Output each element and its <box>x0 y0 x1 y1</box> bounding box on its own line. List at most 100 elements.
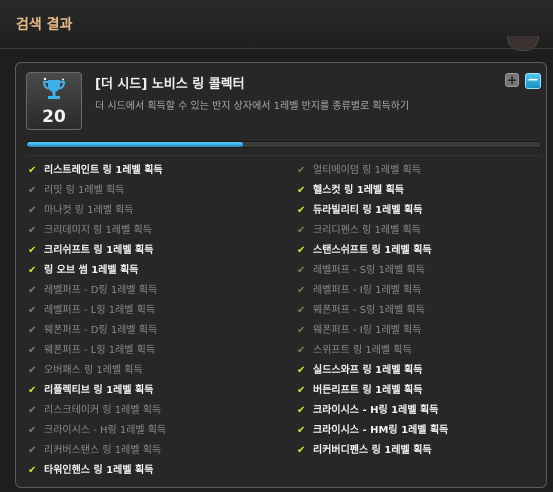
condition-item: ✔ 얼티메이덤 링 1레벨 획득 <box>297 163 448 183</box>
condition-item: ✔ 크라이시스 - HM링 1레벨 획득 <box>297 423 448 443</box>
check-complete-icon: ✔ <box>297 405 306 416</box>
condition-label: 리밋 링 1레벨 획득 <box>44 185 125 196</box>
expand-button[interactable]: + <box>505 73 519 87</box>
condition-label: 리플렉티브 링 1레벨 획득 <box>44 385 154 396</box>
condition-label: 듀라빌리티 링 1레벨 획득 <box>313 205 423 216</box>
check-complete-icon: ✔ <box>28 265 37 276</box>
condition-label: 리커버스탠스 링 1레벨 획득 <box>44 445 162 456</box>
condition-label: 레벨퍼프 - I링 1레벨 획득 <box>313 285 422 296</box>
check-complete-icon: ✔ <box>297 245 306 256</box>
condition-item: ✔ 헬스컷 링 1레벨 획득 <box>297 183 448 203</box>
condition-item: ✔ 크리디펜스 링 1레벨 획득 <box>297 223 448 243</box>
search-results-header: 검색 결과 <box>0 0 553 51</box>
condition-item: ✔ 리커버스탠스 링 1레벨 획득 <box>28 443 166 463</box>
trophy-icon <box>42 77 66 99</box>
check-incomplete-icon: ✔ <box>297 285 306 296</box>
condition-label: 헬스컷 링 1레벨 획득 <box>313 185 405 196</box>
check-complete-icon: ✔ <box>28 385 37 396</box>
condition-item: ✔ 크라이시스 - H링 1레벨 획득 <box>28 423 166 443</box>
check-incomplete-icon: ✔ <box>28 225 37 236</box>
header-title: 검색 결과 <box>16 17 73 33</box>
collapse-button[interactable]: − <box>525 73 541 89</box>
condition-item: ✔ 리밋 링 1레벨 획득 <box>28 183 166 203</box>
divider <box>26 155 542 156</box>
check-complete-icon: ✔ <box>297 445 306 456</box>
check-incomplete-icon: ✔ <box>28 445 37 456</box>
plus-icon: + <box>506 73 518 87</box>
condition-list-right: ✔ 얼티메이덤 링 1레벨 획득 ✔ 헬스컷 링 1레벨 획득 ✔ 듀라빌리티 링 1레벨… <box>297 163 448 463</box>
check-complete-icon: ✔ <box>297 385 306 396</box>
condition-item: ✔ 크라이시스 - H링 1레벨 획득 <box>297 403 448 423</box>
condition-item: ✔ 레벨퍼프 - D링 1레벨 획득 <box>28 283 166 303</box>
achievement-description: 더 시드에서 획득할 수 있는 반지 상자에서 1레벨 반지를 종류별로 획득하… <box>95 101 410 112</box>
check-incomplete-icon: ✔ <box>28 305 37 316</box>
check-incomplete-icon: ✔ <box>297 325 306 336</box>
condition-label: 스위프트 링 1레벨 획득 <box>313 345 412 356</box>
achievement-level: 20 <box>42 107 66 127</box>
check-incomplete-icon: ✔ <box>297 265 306 276</box>
condition-item: ✔ 레벨퍼프 - L링 1레벨 획득 <box>28 303 166 323</box>
check-incomplete-icon: ✔ <box>297 305 306 316</box>
minus-icon: − <box>527 72 539 88</box>
condition-item: ✔ 리플렉티브 링 1레벨 획득 <box>28 383 166 403</box>
condition-label: 리커버디펜스 링 1레벨 획득 <box>313 445 432 456</box>
condition-item: ✔ 레벨퍼프 - I링 1레벨 획득 <box>297 283 448 303</box>
check-incomplete-icon: ✔ <box>28 185 37 196</box>
condition-item: ✔ 리커버디펜스 링 1레벨 획득 <box>297 443 448 463</box>
check-incomplete-icon: ✔ <box>28 205 37 216</box>
condition-label: 스탠스쉬프트 링 1레벨 획득 <box>313 245 432 256</box>
condition-label: 크리쉬프트 링 1레벨 획득 <box>44 245 154 256</box>
condition-item: ✔ 레벨퍼프 - S링 1레벨 획득 <box>297 263 448 283</box>
condition-label: 레벨퍼프 - D링 1레벨 획득 <box>44 285 158 296</box>
condition-label: 크라이시스 - H링 1레벨 획득 <box>44 425 167 436</box>
condition-item: ✔ 타워인핸스 링 1레벨 획득 <box>28 463 166 483</box>
check-incomplete-icon: ✔ <box>28 345 37 356</box>
condition-item: ✔ 웨폰퍼프 - I링 1레벨 획득 <box>297 323 448 343</box>
check-incomplete-icon: ✔ <box>28 285 37 296</box>
condition-item: ✔ 듀라빌리티 링 1레벨 획득 <box>297 203 448 223</box>
achievement-title: [더 시드] 노비스 링 콜렉터 <box>95 77 245 92</box>
condition-item: ✔ 크리쉬프트 링 1레벨 획득 <box>28 243 166 263</box>
check-complete-icon: ✔ <box>28 465 37 476</box>
achievement-progress-bar <box>26 141 542 148</box>
check-complete-icon: ✔ <box>28 165 37 176</box>
condition-label: 웨폰퍼프 - D링 1레벨 획득 <box>44 325 158 336</box>
check-complete-icon: ✔ <box>28 245 37 256</box>
condition-item: ✔ 실드스와프 링 1레벨 획득 <box>297 363 448 383</box>
condition-item: ✔ 리스크테이커 링 1레벨 획득 <box>28 403 166 423</box>
check-incomplete-icon: ✔ <box>297 225 306 236</box>
condition-label: 오버패스 링 1레벨 획득 <box>44 365 143 376</box>
condition-label: 크라이시스 - HM링 1레벨 획득 <box>313 425 449 436</box>
condition-item: ✔ 오버패스 링 1레벨 획득 <box>28 363 166 383</box>
trophy-badge: 20 <box>26 72 82 130</box>
condition-item: ✔ 웨폰퍼프 - S링 1레벨 획득 <box>297 303 448 323</box>
check-incomplete-icon: ✔ <box>297 165 306 176</box>
check-complete-icon: ✔ <box>297 205 306 216</box>
condition-label: 마나컷 링 1레벨 획득 <box>44 205 134 216</box>
check-incomplete-icon: ✔ <box>297 345 306 356</box>
header-decoration <box>507 36 539 51</box>
condition-item: ✔ 리스트레인트 링 1레벨 획득 <box>28 163 166 183</box>
condition-label: 링 오브 썸 1레벨 획득 <box>44 265 139 276</box>
check-incomplete-icon: ✔ <box>28 425 37 436</box>
condition-label: 실드스와프 링 1레벨 획득 <box>313 365 423 376</box>
progress-fill <box>27 142 243 147</box>
condition-label: 크리디펜스 링 1레벨 획득 <box>313 225 421 236</box>
condition-list-left: ✔ 리스트레인트 링 1레벨 획득 ✔ 리밋 링 1레벨 획득 ✔ 마나컷 링 1레벨 획… <box>28 163 166 483</box>
condition-label: 리스트레인트 링 1레벨 획득 <box>44 165 163 176</box>
condition-item: ✔ 웨폰퍼프 - L링 1레벨 획득 <box>28 343 166 363</box>
condition-label: 웨폰퍼프 - L링 1레벨 획득 <box>44 345 156 356</box>
condition-item: ✔ 스탠스쉬프트 링 1레벨 획득 <box>297 243 448 263</box>
check-complete-icon: ✔ <box>297 365 306 376</box>
check-incomplete-icon: ✔ <box>28 325 37 336</box>
condition-item: ✔ 크리데미지 링 1레벨 획득 <box>28 223 166 243</box>
condition-label: 레벨퍼프 - L링 1레벨 획득 <box>44 305 156 316</box>
check-incomplete-icon: ✔ <box>28 365 37 376</box>
condition-label: 레벨퍼프 - S링 1레벨 획득 <box>313 265 425 276</box>
condition-label: 크리데미지 링 1레벨 획득 <box>44 225 152 236</box>
condition-item: ✔ 버든리프트 링 1레벨 획득 <box>297 383 448 403</box>
condition-label: 웨폰퍼프 - S링 1레벨 획득 <box>313 305 425 316</box>
condition-item: ✔ 링 오브 썸 1레벨 획득 <box>28 263 166 283</box>
check-complete-icon: ✔ <box>297 425 306 436</box>
condition-label: 웨폰퍼프 - I링 1레벨 획득 <box>313 325 422 336</box>
